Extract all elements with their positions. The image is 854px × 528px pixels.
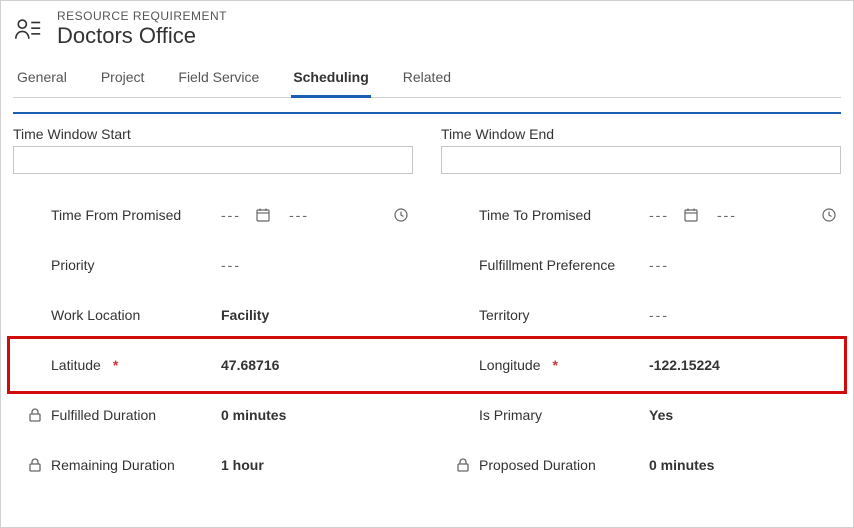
required-mark: * bbox=[113, 357, 118, 373]
right-fields: Time To Promised------Fulfillment Prefer… bbox=[441, 190, 841, 490]
clock-icon[interactable] bbox=[821, 207, 837, 223]
field-label: Is Primary bbox=[479, 407, 542, 423]
time-window-end-input[interactable] bbox=[441, 146, 841, 174]
field-label: Territory bbox=[479, 307, 530, 323]
tab-scheduling[interactable]: Scheduling bbox=[291, 59, 370, 97]
field-label: Longitude bbox=[479, 357, 541, 373]
section-label-right: Time Window End bbox=[441, 126, 841, 142]
left-column: Time Window Start Time From Promised --- -… bbox=[13, 126, 413, 490]
lock-icon bbox=[27, 407, 45, 423]
tab-related[interactable]: Related bbox=[401, 59, 453, 97]
time-value[interactable]: --- bbox=[289, 207, 309, 223]
field-label: Time From Promised bbox=[51, 207, 181, 223]
field-value[interactable]: 47.68716 bbox=[221, 357, 279, 373]
resource-requirement-form: RESOURCE REQUIREMENT Doctors Office Gene… bbox=[0, 0, 854, 528]
field-row-territory[interactable]: Territory --- bbox=[441, 290, 841, 340]
time-value[interactable]: --- bbox=[717, 207, 737, 223]
right-column: Time Window End Time To Promised------Fu… bbox=[441, 126, 841, 490]
field-row-is-primary[interactable]: Is Primary Yes bbox=[441, 390, 841, 440]
lock-icon bbox=[27, 457, 45, 473]
time-window-start-input[interactable] bbox=[13, 146, 413, 174]
person-list-icon bbox=[13, 14, 43, 44]
field-value[interactable]: Facility bbox=[221, 307, 269, 323]
field-row-fulfilled-duration[interactable]: Fulfilled Duration 0 minutes bbox=[13, 390, 413, 440]
field-label: Proposed Duration bbox=[479, 457, 596, 473]
field-label: Work Location bbox=[51, 307, 140, 323]
tab-field-service[interactable]: Field Service bbox=[176, 59, 261, 97]
field-value[interactable]: 0 minutes bbox=[649, 457, 714, 473]
field-value[interactable]: 0 minutes bbox=[221, 407, 286, 423]
field-row-work-location[interactable]: Work Location Facility bbox=[13, 290, 413, 340]
form-columns: Time Window Start Time From Promised --- -… bbox=[13, 126, 841, 490]
field-row-time-to-promised[interactable]: Time To Promised --- --- bbox=[441, 190, 841, 240]
field-value[interactable]: Yes bbox=[649, 407, 673, 423]
tab-general[interactable]: General bbox=[15, 59, 69, 97]
tab-bar: General Project Field Service Scheduling Rel… bbox=[13, 59, 841, 98]
calendar-icon[interactable] bbox=[255, 207, 271, 223]
field-row-fulfillment-preference[interactable]: Fulfillment Preference --- bbox=[441, 240, 841, 290]
header-text: RESOURCE REQUIREMENT Doctors Office bbox=[57, 9, 227, 49]
field-label: Remaining Duration bbox=[51, 457, 175, 473]
tab-project[interactable]: Project bbox=[99, 59, 147, 97]
field-row-time-from-promised[interactable]: Time From Promised --- --- bbox=[13, 190, 413, 240]
lock-icon bbox=[455, 457, 473, 473]
field-label: Fulfilled Duration bbox=[51, 407, 156, 423]
date-value[interactable]: --- bbox=[649, 207, 669, 223]
section-divider bbox=[13, 112, 841, 114]
field-label: Fulfillment Preference bbox=[479, 257, 615, 273]
field-value[interactable]: --- bbox=[221, 257, 241, 273]
field-value[interactable]: 1 hour bbox=[221, 457, 264, 473]
field-value[interactable]: --- bbox=[649, 307, 669, 323]
field-label: Time To Promised bbox=[479, 207, 591, 223]
field-row-proposed-duration[interactable]: Proposed Duration 0 minutes bbox=[441, 440, 841, 490]
required-mark: * bbox=[553, 357, 558, 373]
field-value[interactable]: -122.15224 bbox=[649, 357, 720, 373]
calendar-icon[interactable] bbox=[683, 207, 699, 223]
field-label: Latitude bbox=[51, 357, 101, 373]
field-row-remaining-duration[interactable]: Remaining Duration 1 hour bbox=[13, 440, 413, 490]
field-value[interactable]: --- bbox=[649, 257, 669, 273]
field-label: Priority bbox=[51, 257, 95, 273]
record-title: Doctors Office bbox=[57, 23, 227, 49]
section-label-left: Time Window Start bbox=[13, 126, 413, 142]
clock-icon[interactable] bbox=[393, 207, 409, 223]
field-row-priority[interactable]: Priority --- bbox=[13, 240, 413, 290]
field-row-longitude[interactable]: Longitude * -122.15224 bbox=[441, 340, 841, 390]
entity-type-label: RESOURCE REQUIREMENT bbox=[57, 9, 227, 23]
record-header: RESOURCE REQUIREMENT Doctors Office bbox=[13, 1, 841, 59]
date-value[interactable]: --- bbox=[221, 207, 241, 223]
field-row-latitude[interactable]: Latitude * 47.68716 bbox=[13, 340, 413, 390]
left-fields: Time From Promised --- --- Priority --- Work … bbox=[13, 190, 413, 490]
